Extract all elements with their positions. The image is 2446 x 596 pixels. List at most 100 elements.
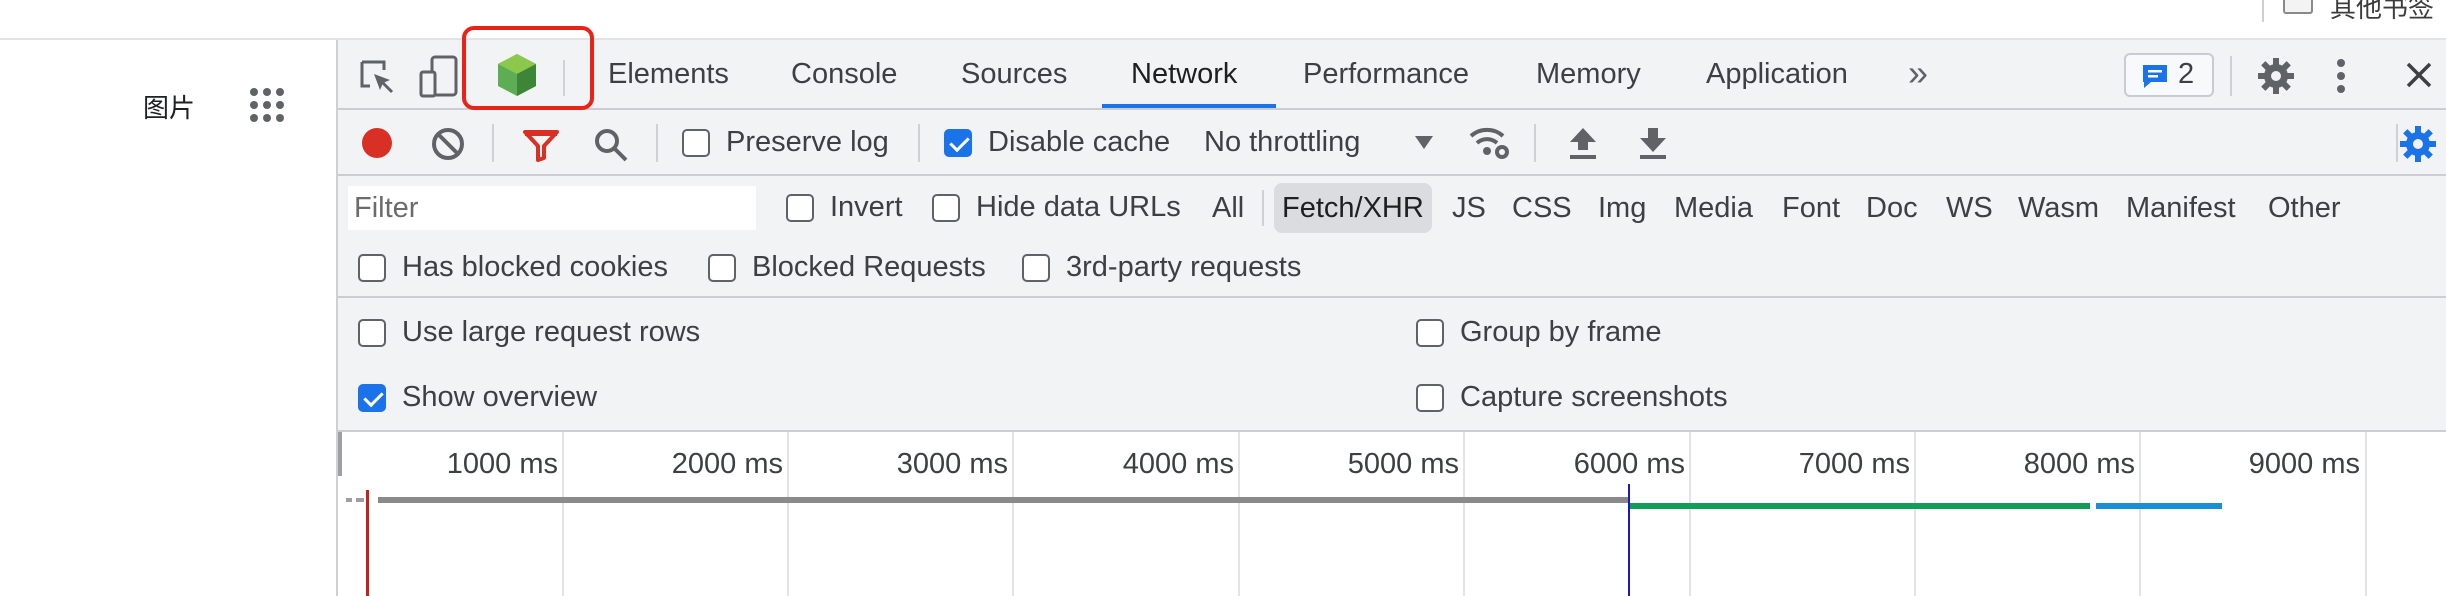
messages-count: 2: [2178, 58, 2195, 90]
timeline-gridline: [1689, 432, 1691, 596]
filter-type-manifest[interactable]: Manifest: [2118, 183, 2244, 233]
show-overview-label: Show overview: [402, 381, 598, 413]
blocked-requests-checkbox[interactable]: [708, 254, 736, 282]
has-blocked-cookies-checkbox[interactable]: [358, 254, 386, 282]
record-icon[interactable]: [360, 126, 394, 160]
inspect-icon[interactable]: [358, 58, 398, 98]
dom-content-loaded-marker: [1628, 484, 1630, 596]
tab-performance[interactable]: Performance: [1303, 58, 1469, 91]
request-bar: [356, 498, 364, 502]
request-bar: [346, 498, 352, 502]
timeline-tick: 1000 ms: [446, 448, 558, 480]
filter-type-doc[interactable]: Doc: [1858, 183, 1926, 233]
tabbar-separator: [563, 60, 565, 96]
throttling-select[interactable]: No throttling: [1204, 126, 1360, 159]
tab-network[interactable]: Network: [1131, 58, 1237, 91]
device-toolbar-icon[interactable]: [418, 54, 462, 100]
timeline-gridline: [1012, 432, 1014, 596]
third-party-requests-checkbox[interactable]: [1022, 254, 1050, 282]
tab-elements[interactable]: Elements: [608, 58, 729, 91]
network-conditions-icon[interactable]: [1468, 122, 1512, 162]
disable-cache-label: Disable cache: [988, 126, 1171, 158]
network-toolbar: [338, 110, 2446, 176]
invert-label: Invert: [830, 191, 903, 223]
toolbar-separator: [656, 124, 658, 162]
bookmarks-divider: [2262, 0, 2264, 22]
toolbar-separator: [492, 124, 494, 162]
filter-icon[interactable]: [522, 128, 560, 162]
tab-memory[interactable]: Memory: [1536, 58, 1641, 91]
search-icon[interactable]: [592, 126, 630, 164]
clear-icon[interactable]: [430, 126, 466, 162]
disable-cache-checkbox[interactable]: [944, 129, 972, 157]
filter-type-ws[interactable]: WS: [1938, 183, 2001, 233]
capture-screenshots-label: Capture screenshots: [1460, 381, 1728, 413]
bookmark-folder-icon[interactable]: [2283, 0, 2313, 14]
request-bar-other: [2096, 503, 2222, 509]
timeline-gridline: [1914, 432, 1916, 596]
toolbar-separator: [918, 124, 920, 162]
settings-gear-icon[interactable]: [2398, 124, 2438, 164]
timeline-tick: 4000 ms: [1122, 448, 1234, 480]
tabbar-separator: [2230, 56, 2232, 96]
kebab-icon[interactable]: [2334, 56, 2348, 96]
timeline-gridline: [1463, 432, 1465, 596]
request-bar-download: [1630, 503, 2090, 509]
filter-type-fetch-xhr[interactable]: Fetch/XHR: [1274, 183, 1432, 233]
timeline-tick: 9000 ms: [2248, 448, 2360, 480]
overview-left-handle[interactable]: [338, 432, 342, 476]
apps-grid-icon[interactable]: [250, 88, 284, 122]
has-blocked-cookies-label: Has blocked cookies: [402, 251, 668, 283]
import-icon[interactable]: [1566, 124, 1600, 162]
large-rows-label: Use large request rows: [402, 316, 701, 348]
node-icon-highlight: [462, 26, 594, 110]
filter-type-font[interactable]: Font: [1774, 183, 1848, 233]
invert-checkbox[interactable]: [786, 194, 814, 222]
timeline-tick: 2000 ms: [671, 448, 783, 480]
timeline-tick: 7000 ms: [1798, 448, 1910, 480]
preserve-log-checkbox[interactable]: [682, 129, 710, 157]
timeline-tick: 8000 ms: [2023, 448, 2135, 480]
timeline-tick: 3000 ms: [896, 448, 1008, 480]
export-icon[interactable]: [1636, 124, 1670, 162]
large-rows-checkbox[interactable]: [358, 319, 386, 347]
timeline-gridline: [562, 432, 564, 596]
bookmark-folder-label[interactable]: 其他书签: [2330, 0, 2434, 25]
hide-data-urls-checkbox[interactable]: [932, 194, 960, 222]
toolbar-separator: [1534, 124, 1536, 162]
filter-type-wasm[interactable]: Wasm: [2010, 183, 2107, 233]
timeline-tick: 6000 ms: [1573, 448, 1685, 480]
capture-screenshots-checkbox[interactable]: [1416, 384, 1444, 412]
filter-type-img[interactable]: Img: [1590, 183, 1654, 233]
hide-data-urls-label: Hide data URLs: [976, 191, 1181, 223]
load-event-marker: [366, 490, 369, 596]
timeline-gridline: [787, 432, 789, 596]
filter-type-media[interactable]: Media: [1666, 183, 1761, 233]
tab-sources[interactable]: Sources: [961, 58, 1067, 91]
show-overview-checkbox[interactable]: [358, 384, 386, 412]
timeline-tick: 5000 ms: [1347, 448, 1459, 480]
close-icon[interactable]: [2404, 60, 2434, 90]
timeline-gridline: [2139, 432, 2141, 596]
bookmarks-bar: [0, 0, 2446, 40]
preserve-log-label: Preserve log: [726, 126, 889, 158]
request-bar-waiting: [378, 497, 1628, 503]
timeline-gridline: [2365, 432, 2367, 596]
filter-input[interactable]: [348, 186, 756, 230]
overflow-icon[interactable]: »: [1908, 52, 1928, 94]
filter-type-css[interactable]: CSS: [1504, 183, 1580, 233]
filter-type-all[interactable]: All: [1204, 183, 1252, 233]
filter-type-js[interactable]: JS: [1444, 183, 1494, 233]
images-link[interactable]: 图片: [143, 88, 195, 125]
chevron-down-icon[interactable]: [1414, 134, 1434, 150]
group-by-frame-label: Group by frame: [1460, 316, 1662, 348]
filter-type-other[interactable]: Other: [2260, 183, 2349, 233]
tab-console[interactable]: Console: [791, 58, 897, 91]
message-icon: [2143, 65, 2167, 88]
group-by-frame-checkbox[interactable]: [1416, 319, 1444, 347]
active-tab-indicator: [1102, 104, 1276, 108]
tab-application[interactable]: Application: [1706, 58, 1848, 91]
third-party-requests-label: 3rd-party requests: [1066, 251, 1302, 283]
blocked-requests-label: Blocked Requests: [752, 251, 986, 283]
gear-icon[interactable]: [2256, 56, 2296, 96]
